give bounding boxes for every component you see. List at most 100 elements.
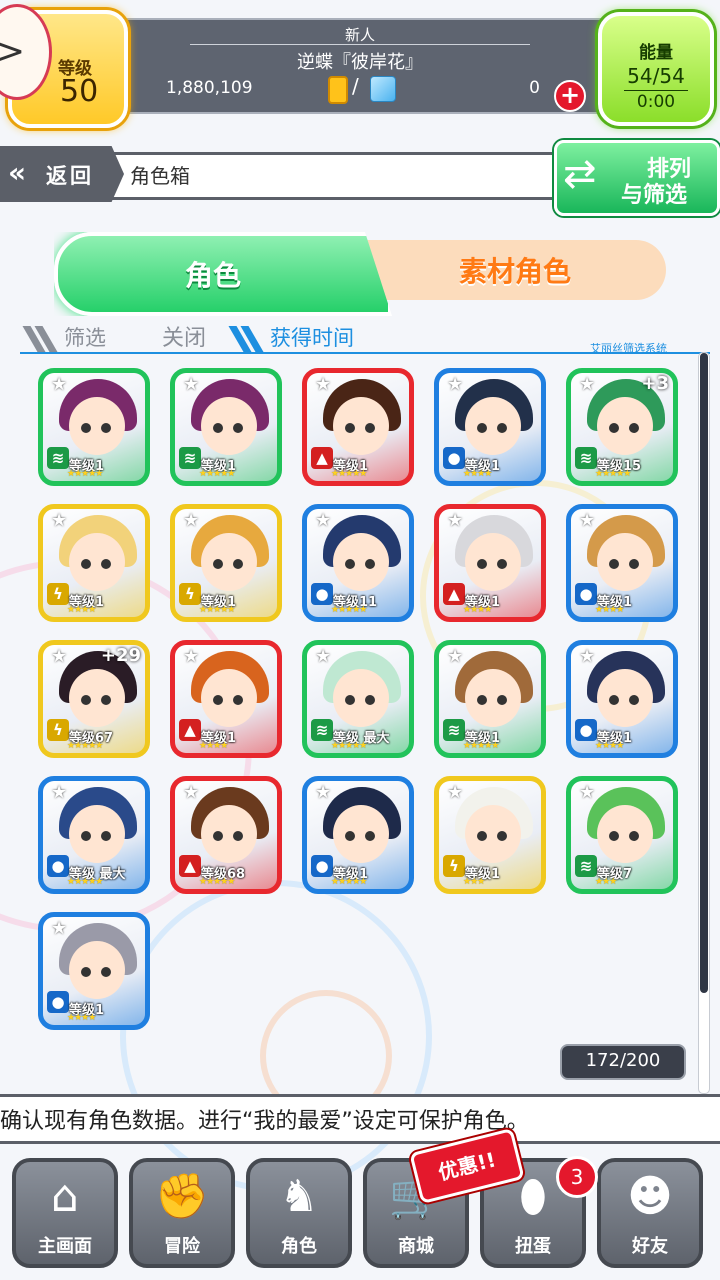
wind-element-icon: ≋: [179, 447, 201, 469]
water-element-icon: ●: [47, 991, 69, 1013]
nav-button-1[interactable]: ⌂ 主画面: [12, 1158, 118, 1268]
rarity-stars: ★★★★: [67, 1013, 96, 1023]
favorite-star-icon[interactable]: ★: [183, 783, 203, 803]
character-eye: [629, 695, 639, 705]
favorite-star-icon[interactable]: ★: [447, 375, 467, 395]
character-eye: [233, 831, 243, 841]
character-card[interactable]: ★ ≋ 等级1 ★★★★★: [170, 368, 282, 486]
hint-text: 确认现有角色数据。进行“我的最爱”设定可保护角色。: [0, 1109, 529, 1134]
nav-button-2[interactable]: ✊ 冒险: [129, 1158, 235, 1268]
rarity-stars: ★★★: [595, 877, 617, 887]
wind-element-icon: ≋: [311, 719, 333, 741]
character-card[interactable]: ★ ϟ 等级1 ★★★★★: [170, 504, 282, 622]
thunder-element-icon: ϟ: [179, 583, 201, 605]
fire-element-icon: ▲: [179, 855, 201, 877]
character-portrait: ★ +29 ϟ 等级67 ★★★★★: [43, 645, 145, 753]
character-card[interactable]: ★ +3 ≋ 等级15 ★★★★★: [566, 368, 678, 486]
character-card[interactable]: ★ ≋ 等级1 ★★★★★: [434, 640, 546, 758]
scrollbar[interactable]: [698, 352, 710, 1094]
favorite-star-icon[interactable]: ★: [51, 375, 71, 395]
favorite-star-icon[interactable]: ★: [183, 375, 203, 395]
character-card[interactable]: ★ ● 等级1 ★★★★: [566, 504, 678, 622]
rarity-stars: ★★★★: [199, 741, 228, 751]
character-card[interactable]: ★ ● 等级1 ★★★★★: [302, 776, 414, 894]
favorite-star-icon[interactable]: ★: [51, 647, 71, 667]
rarity-stars: ★★★★: [463, 605, 492, 615]
filter-toggle[interactable]: 关闭: [162, 320, 206, 352]
character-card[interactable]: ★ ≋ 等级 最大 ★★★★★: [302, 640, 414, 758]
favorite-star-icon[interactable]: ★: [315, 511, 335, 531]
character-eye: [345, 559, 355, 569]
character-face: [201, 805, 257, 863]
character-card[interactable]: ★ ▲ 等级68 ★★★★★: [170, 776, 282, 894]
rabbit-sort-icon: ⇄: [563, 151, 597, 197]
character-eye: [629, 559, 639, 569]
scrollbar-thumb[interactable]: [700, 353, 708, 993]
rarity-stars: ★★★★★: [199, 877, 235, 887]
favorite-star-icon[interactable]: ★: [51, 783, 71, 803]
tab-characters[interactable]: 角色: [54, 232, 392, 316]
character-card[interactable]: ★ ▲ 等级1 ★★★★: [434, 504, 546, 622]
favorite-star-icon[interactable]: ★: [315, 647, 335, 667]
character-face: [465, 669, 521, 727]
favorite-star-icon[interactable]: ★: [315, 783, 335, 803]
character-card[interactable]: ★ ≋ 等级7 ★★★: [566, 776, 678, 894]
character-eye: [345, 423, 355, 433]
character-card[interactable]: ★ ● 等级1 ★★★★: [566, 640, 678, 758]
character-face: [69, 941, 125, 999]
rarity-stars: ★★★★: [595, 605, 624, 615]
character-card[interactable]: ★ ● 等级1 ★★★★: [38, 912, 150, 1030]
character-eye: [101, 423, 111, 433]
fire-element-icon: ▲: [311, 447, 333, 469]
handshake-icon: ✊: [154, 1171, 210, 1222]
buy-gems-button[interactable]: +: [554, 80, 586, 112]
favorite-star-icon[interactable]: ★: [51, 511, 71, 531]
character-card[interactable]: ★ ● 等级 最大 ★★★★★: [38, 776, 150, 894]
character-card[interactable]: ★ ▲ 等级1 ★★★★: [170, 640, 282, 758]
character-card[interactable]: ★ ● 等级1 ★★★★: [434, 368, 546, 486]
thunder-element-icon: ϟ: [443, 855, 465, 877]
sort-filter-button[interactable]: ⇄ 排列 与筛选: [554, 140, 720, 216]
favorite-star-icon[interactable]: ★: [183, 511, 203, 531]
favorite-star-icon[interactable]: ★: [579, 511, 599, 531]
favorite-star-icon[interactable]: ★: [447, 647, 467, 667]
back-button[interactable]: « 返回: [0, 146, 124, 202]
coin-icon: [328, 76, 348, 104]
character-grid: ★ ≋ 等级1 ★★★★★ ★ ≋ 等级1 ★★★★★ ★ ▲ 等级1 ★★★★★ ★ ● 等级1 ★★★★ ★…: [38, 368, 698, 1048]
character-face: [201, 397, 257, 455]
tab-material-characters[interactable]: 素材角色: [350, 240, 666, 300]
sort-order-label[interactable]: 获得时间: [270, 322, 354, 352]
nav-button-3[interactable]: ♞ 角色: [246, 1158, 352, 1268]
level-value: 50: [60, 74, 99, 109]
nav-button-6[interactable]: ☻ 好友: [597, 1158, 703, 1268]
rarity-stars: ★★★: [463, 877, 485, 887]
wind-element-icon: ≋: [575, 447, 597, 469]
character-card[interactable]: ★ +29 ϟ 等级67 ★★★★★: [38, 640, 150, 758]
nav-button-label: 冒险: [164, 1236, 200, 1257]
rarity-stars: ★★★★★: [331, 605, 367, 615]
character-card[interactable]: ★ ≋ 等级1 ★★★★★: [38, 368, 150, 486]
character-portrait: ★ ● 等级1 ★★★★: [571, 509, 673, 617]
character-eye: [365, 831, 375, 841]
favorite-star-icon[interactable]: ★: [183, 647, 203, 667]
character-card[interactable]: ★ ϟ 等级1 ★★★: [434, 776, 546, 894]
favorite-star-icon[interactable]: ★: [579, 783, 599, 803]
favorite-star-icon[interactable]: ★: [51, 919, 71, 939]
character-face: [597, 533, 653, 591]
favorite-star-icon[interactable]: ★: [447, 783, 467, 803]
energy-box[interactable]: 能量 54/54 0:00: [598, 12, 714, 126]
favorite-star-icon[interactable]: ★: [315, 375, 335, 395]
character-card[interactable]: ★ ϟ 等级1 ★★★★: [38, 504, 150, 622]
fire-element-icon: ▲: [443, 583, 465, 605]
water-element-icon: ●: [311, 583, 333, 605]
character-card[interactable]: ★ ● 等级11 ★★★★★: [302, 504, 414, 622]
favorite-star-icon[interactable]: ★: [579, 647, 599, 667]
character-eye: [497, 423, 507, 433]
character-eye: [233, 559, 243, 569]
favorite-star-icon[interactable]: ★: [447, 511, 467, 531]
character-eye: [101, 831, 111, 841]
favorite-star-icon[interactable]: ★: [579, 375, 599, 395]
tab-characters-label: 角色: [184, 259, 241, 292]
character-eye: [81, 831, 91, 841]
character-card[interactable]: ★ ▲ 等级1 ★★★★★: [302, 368, 414, 486]
